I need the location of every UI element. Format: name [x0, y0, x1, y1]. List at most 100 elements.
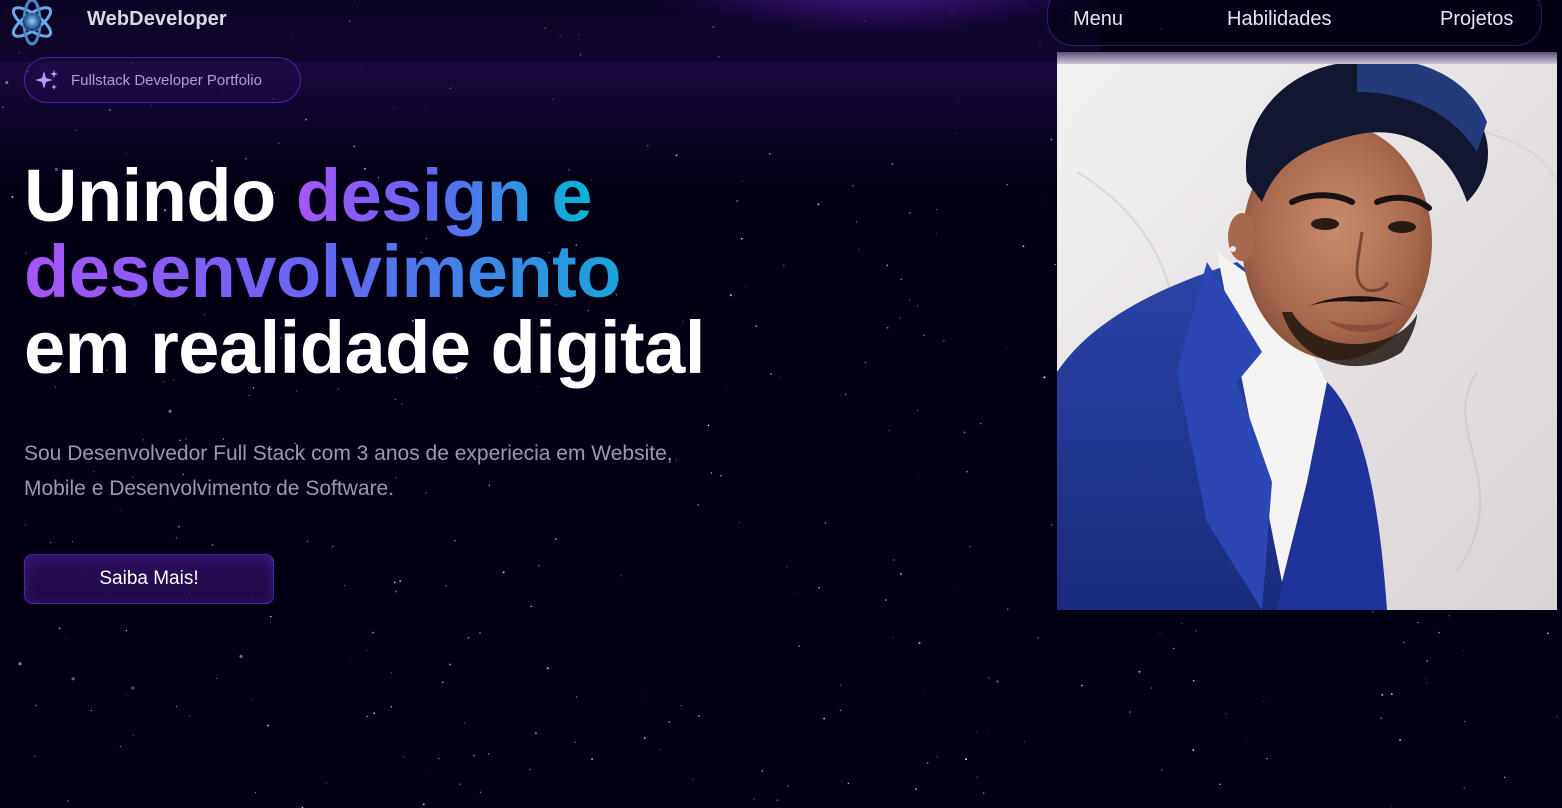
- star: [1192, 749, 1195, 751]
- star: [798, 645, 800, 647]
- star: [365, 649, 368, 651]
- star: [1266, 757, 1268, 760]
- star: [464, 722, 466, 724]
- star: [119, 509, 121, 511]
- star: [479, 632, 481, 634]
- headline-highlight-2: desenvolvimento: [24, 234, 705, 310]
- star: [900, 278, 902, 280]
- star: [1399, 738, 1402, 741]
- star: [393, 581, 396, 584]
- star: [776, 799, 779, 802]
- star: [1547, 632, 1549, 635]
- star: [372, 631, 375, 634]
- star: [1195, 630, 1197, 632]
- star: [546, 667, 549, 670]
- atom-icon[interactable]: [6, 0, 58, 48]
- star: [50, 542, 52, 543]
- star: [325, 781, 328, 784]
- star: [909, 212, 911, 214]
- star: [266, 724, 269, 727]
- star: [479, 791, 481, 793]
- star: [1425, 678, 1426, 679]
- star: [645, 695, 647, 697]
- star: [841, 780, 843, 782]
- star: [442, 681, 444, 683]
- star: [458, 783, 461, 786]
- star: [1161, 769, 1163, 771]
- star: [189, 715, 191, 717]
- nav-link-menu[interactable]: Menu: [1073, 8, 1123, 31]
- star: [892, 559, 895, 561]
- star: [916, 409, 919, 412]
- star: [987, 677, 990, 679]
- star: [306, 540, 309, 542]
- star: [817, 203, 820, 206]
- star: [918, 641, 921, 644]
- star: [988, 733, 989, 735]
- star: [1503, 776, 1506, 779]
- star: [729, 294, 732, 297]
- star: [692, 778, 694, 780]
- star: [1390, 693, 1393, 695]
- star: [782, 264, 785, 267]
- headline-line-3: em realidade digital: [24, 306, 705, 389]
- star: [966, 470, 968, 473]
- star: [620, 575, 622, 577]
- star: [11, 196, 14, 198]
- star: [1438, 631, 1440, 634]
- star: [1023, 741, 1025, 743]
- star: [1417, 621, 1419, 624]
- star: [399, 580, 402, 582]
- star: [953, 586, 955, 588]
- star: [1380, 717, 1382, 719]
- star: [366, 715, 368, 718]
- saiba-mais-button[interactable]: Saiba Mais!: [24, 554, 274, 604]
- star: [422, 803, 425, 806]
- star: [963, 431, 966, 434]
- star: [125, 694, 127, 696]
- star: [438, 758, 440, 760]
- star: [899, 317, 901, 319]
- star: [65, 637, 67, 639]
- star: [90, 709, 92, 712]
- star: [449, 663, 451, 666]
- star: [1129, 711, 1131, 713]
- star: [839, 709, 842, 712]
- star: [818, 586, 820, 589]
- star: [739, 522, 741, 524]
- star: [824, 522, 827, 524]
- star: [248, 394, 250, 396]
- star: [1402, 641, 1405, 644]
- star: [1138, 670, 1141, 673]
- star: [1051, 524, 1053, 526]
- star: [1042, 199, 1044, 201]
- description-line-2: Mobile e Desenvolvimento de Software.: [24, 477, 395, 500]
- star: [786, 566, 788, 568]
- star: [844, 393, 847, 395]
- star: [1463, 787, 1465, 790]
- star: [239, 654, 243, 659]
- star: [908, 299, 911, 301]
- star: [1150, 687, 1153, 689]
- brand-name[interactable]: WebDeveloper: [87, 8, 227, 31]
- star: [707, 424, 710, 427]
- star: [402, 755, 405, 758]
- star: [996, 680, 999, 683]
- star: [943, 340, 945, 342]
- star: [1022, 245, 1025, 248]
- star: [24, 524, 26, 526]
- star: [886, 326, 889, 329]
- star: [668, 721, 671, 723]
- nav-link-projetos[interactable]: Projetos: [1440, 8, 1513, 31]
- star: [178, 525, 180, 528]
- star: [839, 684, 842, 687]
- star: [886, 264, 889, 267]
- star: [18, 662, 22, 666]
- nav-link-habilidades[interactable]: Habilidades: [1227, 8, 1332, 31]
- star: [1390, 805, 1392, 807]
- star: [976, 776, 978, 778]
- star: [58, 627, 61, 630]
- star: [1448, 614, 1450, 617]
- star: [794, 592, 796, 594]
- star: [395, 590, 397, 593]
